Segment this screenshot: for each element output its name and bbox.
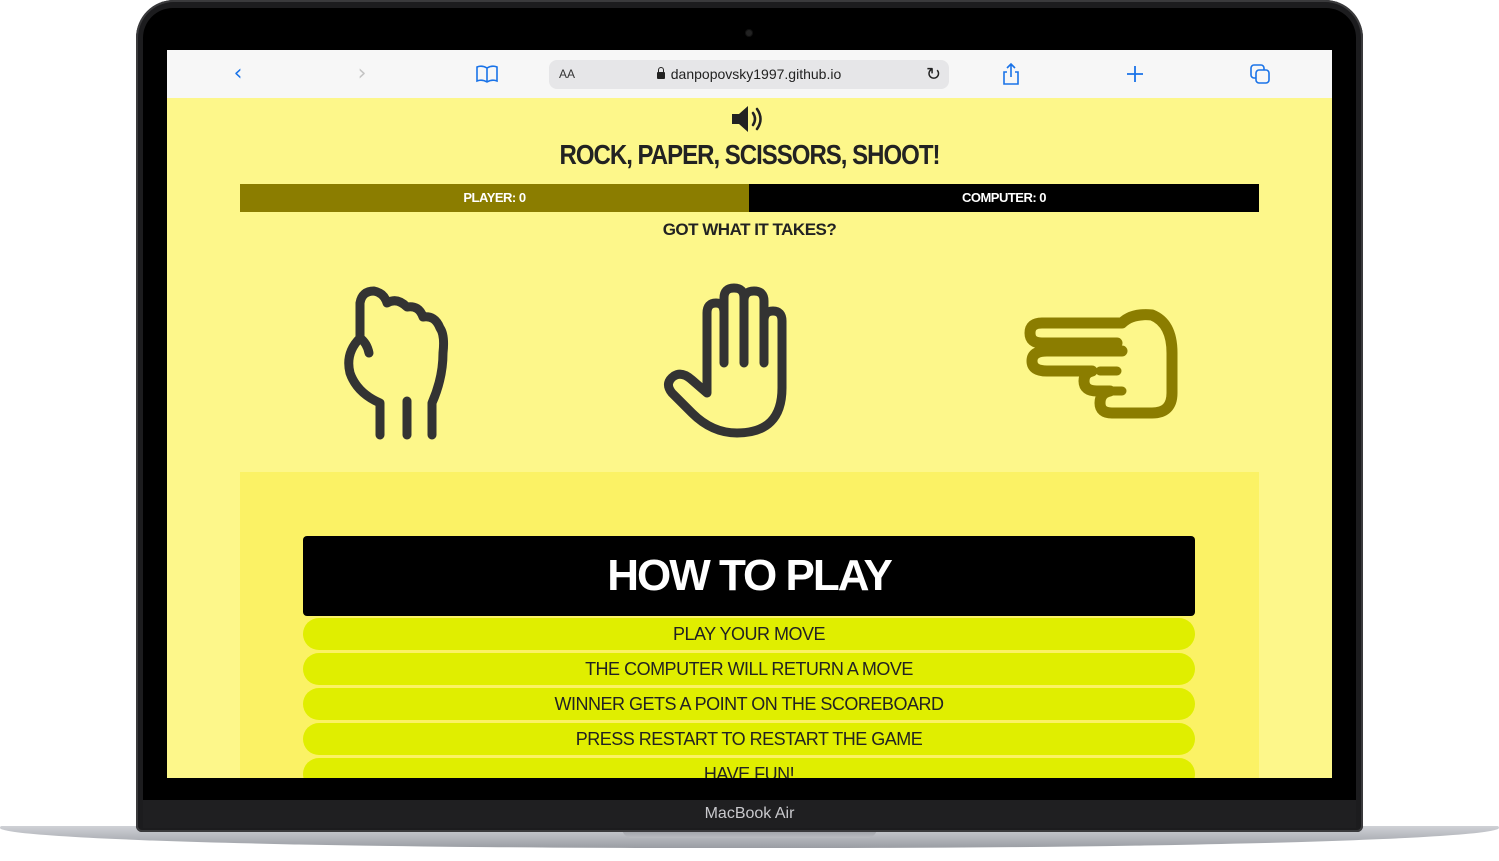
url-text: danpopovsky1997.github.io xyxy=(549,66,949,82)
tabs-icon[interactable] xyxy=(1248,62,1272,86)
how-to-play-heading: HOW TO PLAY xyxy=(303,536,1195,616)
list-item: HAVE FUN! xyxy=(303,758,1195,778)
new-tab-icon[interactable] xyxy=(1123,62,1147,86)
scoreboard: PLAYER: 0 COMPUTER: 0 xyxy=(240,184,1259,212)
screen: ‹ › AA danpopovsky1997.github.io ↻ ROCK,… xyxy=(167,50,1332,778)
list-item: PLAY YOUR MOVE xyxy=(303,618,1195,650)
forward-icon[interactable]: › xyxy=(350,62,374,86)
player-score: PLAYER: 0 xyxy=(240,184,749,212)
scissors-hand-icon xyxy=(1024,309,1178,419)
device-label: MacBook Air xyxy=(704,805,795,822)
list-item: WINNER GETS A POINT ON THE SCOREBOARD xyxy=(303,688,1195,720)
open-hand-icon xyxy=(664,283,787,438)
bookmarks-icon[interactable] xyxy=(475,62,499,86)
computer-score: COMPUTER: 0 xyxy=(749,184,1259,212)
tagline: GOT WHAT IT TAKES? xyxy=(662,220,837,239)
list-item: PRESS RESTART TO RESTART THE GAME xyxy=(303,723,1195,755)
speaker-icon[interactable] xyxy=(730,104,770,134)
list-item: THE COMPUTER WILL RETURN A MOVE xyxy=(303,653,1195,685)
back-icon[interactable]: ‹ xyxy=(226,62,250,86)
fist-icon xyxy=(344,286,449,440)
how-to-play-panel: HOW TO PLAY PLAY YOUR MOVE THE COMPUTER … xyxy=(240,472,1259,778)
how-to-play-list: PLAY YOUR MOVE THE COMPUTER WILL RETURN … xyxy=(303,618,1195,778)
url-value: danpopovsky1997.github.io xyxy=(670,66,842,82)
rock-button[interactable] xyxy=(327,283,477,443)
scissors-button[interactable] xyxy=(1022,303,1182,433)
lock-icon xyxy=(656,67,665,79)
reload-icon[interactable]: ↻ xyxy=(926,64,941,85)
paper-button[interactable] xyxy=(662,283,827,443)
camera-icon xyxy=(746,30,752,36)
page-title: ROCK, PAPER, SCISSORS, SHOOT! xyxy=(559,139,941,171)
address-bar[interactable]: AA danpopovsky1997.github.io ↻ xyxy=(549,60,949,89)
game-page: ROCK, PAPER, SCISSORS, SHOOT! PLAYER: 0 … xyxy=(167,98,1332,778)
share-icon[interactable] xyxy=(999,62,1023,86)
browser-toolbar: ‹ › AA danpopovsky1997.github.io ↻ xyxy=(167,50,1332,99)
